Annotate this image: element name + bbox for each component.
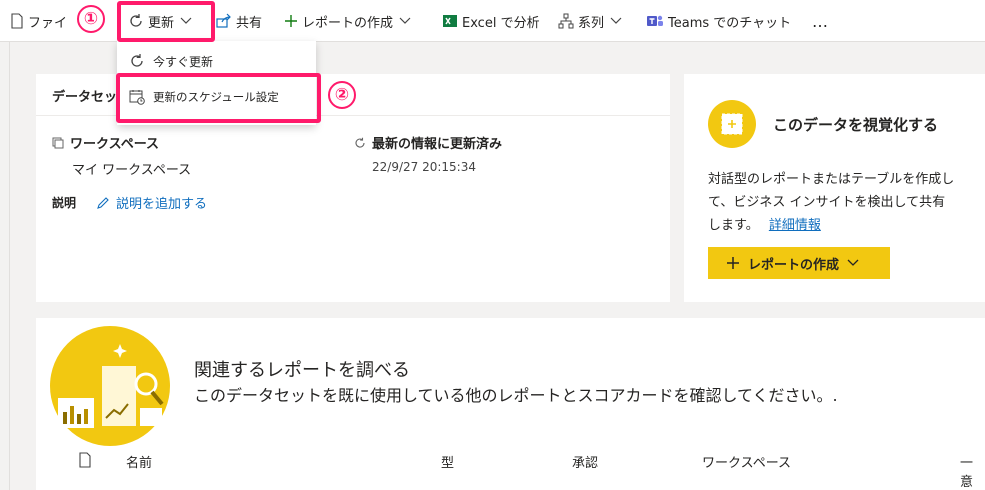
column-header-unique[interactable]: 一意 (960, 452, 985, 490)
refresh-status-icon (354, 137, 366, 149)
add-description-link[interactable]: 説明を追加する (96, 193, 207, 212)
excel-label: Excel で分析 (462, 15, 540, 31)
create-report-label: レポートの作成 (302, 15, 394, 31)
description-label: 説明 (52, 196, 77, 210)
file-label: ファイ (28, 15, 68, 31)
lineage-menu[interactable]: 系列 (558, 0, 622, 42)
workspace-label: ワークスペース (70, 137, 160, 152)
teams-label: Teams でのチャット (668, 15, 792, 31)
refresh-now-label: 今すぐ更新 (153, 54, 214, 69)
left-rail (0, 42, 10, 490)
share-icon (216, 13, 232, 29)
share-button[interactable]: 共有 (216, 0, 262, 42)
file-menu[interactable]: ファイ (10, 0, 67, 42)
excel-button[interactable]: Excel で分析 (442, 0, 540, 42)
workspace-value: マイ ワークスペース (72, 163, 192, 178)
visualize-text-line: て、ビジネス インサイトを検出して共有 (708, 195, 946, 210)
details-link[interactable]: 詳細情報 (769, 218, 821, 233)
column-header-endorsement[interactable]: 承認 (572, 452, 598, 471)
teams-icon (646, 13, 664, 29)
file-icon (10, 13, 24, 29)
lineage-label: 系列 (578, 15, 605, 31)
visualize-icon (708, 100, 756, 148)
column-header-name[interactable]: 名前 (126, 452, 152, 471)
refresh-status-row: 最新の情報に更新済み (354, 133, 502, 152)
step-1-badge: ① (77, 5, 105, 33)
plus-icon (726, 256, 740, 270)
related-subtitle: このデータセットを既に使用している他のレポートとスコアカードを確認してください。… (194, 386, 838, 405)
chevron-down-icon (610, 17, 622, 25)
plus-icon (284, 14, 298, 28)
related-title: 関連するレポートを調べる (194, 360, 410, 381)
related-reports-card: 関連するレポートを調べる このデータセットを既に使用している他のレポートとスコア… (36, 318, 985, 490)
teams-chat-button[interactable]: Teams でのチャット (646, 0, 791, 42)
add-description-label: 説明を追加する (116, 197, 208, 212)
create-report-button[interactable]: レポートの作成 (708, 247, 890, 279)
pencil-icon (96, 196, 110, 210)
column-header-type[interactable]: 型 (441, 452, 454, 471)
visualize-text-end: します。 (708, 218, 759, 233)
create-report-menu[interactable]: レポートの作成 (284, 0, 411, 42)
excel-icon (442, 13, 458, 29)
visualize-text-line: 対話型のレポートまたはテーブルを作成し (708, 172, 955, 187)
related-illustration (50, 326, 170, 446)
refresh-timestamp: 22/9/27 20:15:34 (372, 160, 476, 174)
create-report-button-label: レポートの作成 (748, 257, 840, 273)
dataset-title: データセッ (52, 90, 118, 105)
highlight-schedule (116, 73, 321, 123)
chevron-down-icon (399, 17, 411, 25)
column-header-workspace[interactable]: ワークスペース (702, 452, 791, 471)
more-label: … (812, 11, 828, 31)
more-button[interactable]: … (812, 0, 828, 42)
visualize-text-line: します。 詳細情報 (708, 214, 983, 237)
highlight-refresh (117, 1, 215, 42)
chevron-down-icon (847, 259, 859, 267)
column-type-icon (78, 452, 92, 472)
share-label: 共有 (236, 15, 263, 31)
visualize-description: 対話型のレポートまたはテーブルを作成し て、ビジネス インサイトを検出して共有 … (708, 168, 983, 237)
lineage-icon (558, 13, 574, 29)
refresh-icon (129, 53, 145, 69)
workspace-icon (52, 137, 64, 149)
workspace-row: ワークスペース (52, 133, 159, 152)
visualize-title: このデータを視覚化する (773, 116, 939, 134)
step-2-badge: ② (328, 81, 356, 109)
refresh-status-label: 最新の情報に更新済み (372, 137, 503, 152)
